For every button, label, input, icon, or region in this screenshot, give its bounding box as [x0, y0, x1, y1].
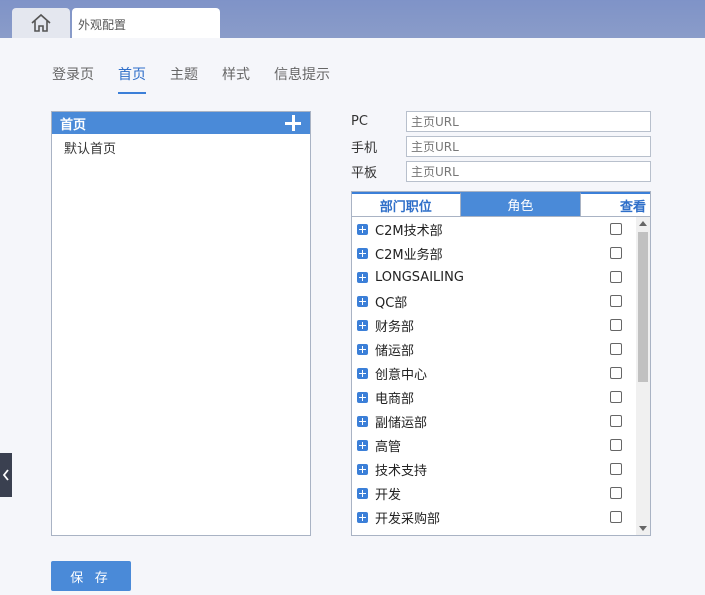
tab-view[interactable]: 查看: [580, 192, 650, 216]
list-item-default-home[interactable]: 默认首页: [52, 134, 310, 161]
list-item: C2M业务部: [352, 241, 636, 265]
tab-home-page[interactable]: 首页: [118, 64, 146, 94]
pc-url-input[interactable]: [406, 111, 651, 132]
tab-role[interactable]: 角色: [460, 192, 581, 216]
mobile-url-input[interactable]: [406, 136, 651, 157]
department-name: 创意中心: [375, 367, 428, 383]
page-tab-appearance[interactable]: 外观配置: [72, 8, 220, 38]
department-checkbox[interactable]: [610, 415, 622, 427]
list-item: 技术支持: [352, 457, 636, 481]
chevron-left-icon: [2, 469, 9, 481]
department-checkbox[interactable]: [610, 511, 622, 523]
expand-icon[interactable]: [357, 271, 368, 283]
department-name: 开发: [375, 487, 402, 503]
page-tab-label: 外观配置: [78, 18, 127, 32]
expand-icon[interactable]: [357, 247, 368, 259]
department-checkbox[interactable]: [610, 487, 622, 499]
homepage-list-header: 首页: [52, 112, 310, 134]
main-content: 登录页 首页 主题 样式 信息提示 首页 默认首页 PC 手机 平板 部门职位 …: [12, 38, 705, 595]
department-list: C2M技术部 C2M业务部 LONGSAILING QC部财务部储运部创意中心电商部副…: [352, 217, 636, 535]
permission-tabs: 部门职位 角色 查看: [352, 192, 650, 217]
expand-icon[interactable]: [357, 487, 368, 499]
list-item: QC部: [352, 289, 636, 313]
scroll-thumb[interactable]: [638, 232, 648, 382]
list-item: 开发采购部: [352, 505, 636, 529]
mobile-label: 手机: [351, 141, 378, 156]
home-tab[interactable]: [12, 8, 70, 38]
department-name: 储运部: [375, 343, 415, 359]
department-checkbox[interactable]: [610, 271, 622, 283]
top-bar: 外观配置: [0, 0, 705, 38]
pc-url-row: PC: [351, 111, 651, 132]
list-item: 开发: [352, 481, 636, 505]
scrollbar[interactable]: [636, 217, 650, 535]
department-name: 高管: [375, 439, 402, 455]
expand-icon[interactable]: [357, 511, 368, 523]
expand-icon[interactable]: [357, 367, 368, 379]
home-icon: [31, 13, 51, 32]
tablet-label: 平板: [351, 166, 378, 181]
tab-info-tips[interactable]: 信息提示: [274, 64, 330, 94]
tab-department-position[interactable]: 部门职位: [352, 192, 461, 216]
expand-icon[interactable]: [357, 223, 368, 235]
list-item: C2M技术部: [352, 217, 636, 241]
department-checkbox[interactable]: [610, 343, 622, 355]
permission-box: 部门职位 角色 查看 C2M技术部 C2M业务部 LONGSAILING QC部财务部…: [351, 191, 651, 536]
scroll-down-arrow-icon[interactable]: [639, 526, 647, 531]
tab-style[interactable]: 样式: [222, 64, 250, 94]
tab-theme[interactable]: 主题: [170, 64, 198, 94]
list-item: 创意中心: [352, 361, 636, 385]
department-checkbox[interactable]: [610, 439, 622, 451]
homepage-list-title: 首页: [60, 117, 87, 133]
homepage-list-panel: 首页 默认首页: [51, 111, 311, 536]
department-name: C2M业务部: [375, 247, 443, 263]
expand-icon[interactable]: [357, 295, 368, 307]
tab-login-page[interactable]: 登录页: [52, 64, 94, 94]
department-checkbox[interactable]: [610, 367, 622, 379]
sidebar-toggle[interactable]: [0, 453, 12, 497]
list-item: 高管: [352, 433, 636, 457]
expand-icon[interactable]: [357, 391, 368, 403]
department-checkbox[interactable]: [610, 391, 622, 403]
department-checkbox[interactable]: [610, 463, 622, 475]
list-item: LONGSAILING: [352, 265, 636, 289]
department-name: LONGSAILING: [375, 269, 464, 285]
list-item: 电商部: [352, 385, 636, 409]
department-name: QC部: [375, 295, 408, 311]
department-name: 技术支持: [375, 463, 428, 479]
pc-label: PC: [351, 114, 368, 129]
expand-icon[interactable]: [357, 319, 368, 331]
expand-icon[interactable]: [357, 463, 368, 475]
department-checkbox[interactable]: [610, 247, 622, 259]
save-button[interactable]: 保 存: [51, 561, 131, 591]
department-name: 电商部: [375, 391, 415, 407]
plus-icon[interactable]: [284, 114, 302, 132]
expand-icon[interactable]: [357, 343, 368, 355]
list-item: 储运部: [352, 337, 636, 361]
list-item: 副储运部: [352, 409, 636, 433]
expand-icon[interactable]: [357, 415, 368, 427]
department-name: 副储运部: [375, 415, 428, 431]
department-checkbox[interactable]: [610, 319, 622, 331]
tablet-url-row: 平板: [351, 161, 651, 182]
department-checkbox[interactable]: [610, 295, 622, 307]
department-name: 财务部: [375, 319, 415, 335]
list-item: 财务部: [352, 313, 636, 337]
expand-icon[interactable]: [357, 439, 368, 451]
department-name: C2M技术部: [375, 223, 443, 239]
department-name: 开发采购部: [375, 511, 441, 527]
scroll-up-arrow-icon[interactable]: [639, 221, 647, 226]
mobile-url-row: 手机: [351, 136, 651, 157]
sub-tabs: 登录页 首页 主题 样式 信息提示: [52, 64, 354, 94]
department-checkbox[interactable]: [610, 223, 622, 235]
tablet-url-input[interactable]: [406, 161, 651, 182]
